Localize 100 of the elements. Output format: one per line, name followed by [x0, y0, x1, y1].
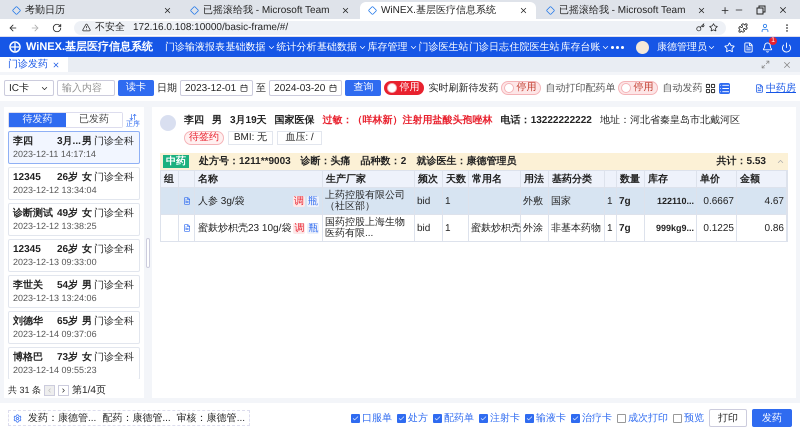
medicine-name: 人参 3g/袋: [198, 194, 246, 208]
table-cell: bid: [417, 196, 430, 206]
nav-menu-item[interactable]: 库存台账: [560, 40, 610, 54]
patient-card[interactable]: 12345 26岁 女 门诊全科 2023-12-12 13:34:04: [8, 167, 140, 200]
patient-card[interactable]: 12345 26岁 女 门诊全科 2023-12-13 09:33:00: [8, 239, 140, 272]
tab-title: 已摇滚给我 - Microsoft Team: [558, 4, 686, 18]
patient-name: 李四: [13, 136, 34, 147]
patient-name: 李世关: [13, 280, 44, 291]
type-badge: 中药: [163, 155, 189, 168]
nav-menu-item[interactable]: 门诊输液报表: [165, 40, 226, 54]
column-header: 常用名: [472, 172, 502, 186]
patient-name: 博格巴: [13, 352, 44, 363]
app-title: WiNEX.基层医疗信息系统: [26, 40, 154, 55]
medicine-tag: 瓶: [307, 196, 319, 206]
nav-menu-item[interactable]: 基础数据: [316, 40, 367, 54]
read-card-button[interactable]: 读卡: [118, 80, 154, 96]
patient-card[interactable]: 刘德华 65岁 男 门诊全科 2023-12-14 09:37:06: [8, 311, 140, 344]
table-cell: 7g: [619, 222, 631, 234]
nav-menu-item[interactable]: 门诊日志: [468, 40, 509, 54]
patient-card[interactable]: 李世关 54岁 男 门诊全科 2023-12-13 13:24:06: [8, 275, 140, 308]
patient-age: 73岁: [57, 352, 80, 363]
table-cell: 7g: [619, 196, 631, 206]
patient-sex: 女: [82, 244, 93, 255]
date-field[interactable]: 2024-03-20: [269, 80, 342, 96]
patient-name: 12345: [13, 172, 42, 183]
table-cell: 0.86: [764, 222, 784, 234]
patient-sex: 男: [82, 316, 93, 327]
browser-tab[interactable]: 已摇滚给我 - Microsoft Team: [538, 2, 714, 19]
item-count: 品种数：2: [360, 154, 406, 169]
visit-time: 2023-12-13 13:24:06: [13, 293, 98, 303]
checkbox-label: 成次打印: [628, 412, 668, 426]
date-field[interactable]: 2023-12-01: [180, 80, 254, 96]
patient-age: 49岁: [57, 208, 80, 219]
diagnosis-text: 诊断：头痛: [300, 154, 351, 169]
table-cell-text: 上药控股有限公司（社区部）: [325, 190, 406, 212]
security-label: 不安全: [95, 22, 125, 32]
phone-text: 电话：13222222222: [500, 114, 592, 128]
tab-title: 考勤日历: [25, 4, 66, 18]
address-text: 地址：河北省秦皇岛市北戴河区: [600, 114, 740, 128]
patient-sex: 女: [82, 352, 93, 363]
toggle-label: 自动发药: [662, 82, 702, 96]
queue-tab[interactable]: 待发药: [9, 113, 66, 127]
patient-age: 26岁: [57, 244, 80, 255]
checkbox-label: 注射卡: [490, 412, 520, 426]
table-cell: 非基本药物: [551, 222, 601, 234]
checkbox-label: 输液卡: [536, 412, 566, 426]
checkbox-label: 预览: [684, 412, 704, 426]
column-header: 库存: [648, 172, 668, 186]
table-cell: 1: [445, 196, 451, 206]
visit-time: 2023-12-14 09:55:23: [13, 365, 98, 375]
browser-tab[interactable]: 已摇滚给我 - Microsoft Team: [182, 2, 358, 19]
table-cell: 122110...: [656, 196, 694, 206]
patient-name: 李四: [184, 114, 204, 128]
patient-age: 3月...: [57, 136, 82, 147]
column-header: 金额: [740, 172, 760, 186]
print-button[interactable]: 打印: [709, 409, 747, 427]
toggle-switch[interactable]: 停用: [384, 81, 424, 95]
column-header: 频次: [418, 172, 438, 186]
patient-name: 刘德华: [13, 316, 44, 327]
checkbox-label: 处方: [408, 412, 428, 426]
patient-card[interactable]: 李四 3月...男 门诊全科 2023-12-11 14:17:14: [8, 131, 140, 164]
column-header: 单价: [700, 172, 720, 186]
column-header: 名称: [198, 172, 218, 186]
table-cell: 0.6667: [703, 196, 734, 206]
patient-age: 54岁: [57, 280, 80, 291]
department: 门诊全科: [94, 136, 134, 147]
nav-menu-item[interactable]: 门诊医生站: [418, 40, 468, 54]
patient-card[interactable]: 博格巴 73岁 女 门诊全科 2023-12-14 09:55:23: [8, 347, 140, 379]
medicine-name: 蜜麸炒枳壳23 10g/袋: [198, 222, 292, 236]
user-menu[interactable]: 康德管理员: [657, 40, 716, 54]
patient-name: 12345: [13, 244, 42, 255]
column-header: 用法: [524, 172, 544, 186]
table-cell: 1: [445, 222, 451, 234]
table-cell: 4.67: [764, 196, 784, 206]
patient-card[interactable]: 诊断测试 49岁 女 门诊全科 2023-12-12 13:38:25: [8, 203, 140, 236]
nav-menu-item[interactable]: 基础数据: [226, 40, 276, 54]
department: 门诊全科: [94, 208, 134, 219]
doctor-text: 就诊医生：康德管理员: [416, 154, 516, 169]
pharmacy-link[interactable]: 中药房: [755, 80, 796, 96]
patient-age: 26岁: [57, 172, 80, 183]
address-bar[interactable]: 不安全 172.16.0.108:10000/basic-frame/#/: [74, 20, 726, 34]
page-tab[interactable]: 门诊发药: [0, 57, 68, 72]
card-type-select[interactable]: IC卡: [4, 80, 54, 96]
prescription-number: 处方号：1211**9003: [199, 154, 291, 169]
table-cell: 0.1225: [703, 222, 734, 234]
query-button[interactable]: 查询: [345, 80, 382, 96]
dispense-button[interactable]: 发药: [752, 409, 792, 427]
table-cell: 999kg9...: [656, 222, 694, 234]
nav-menu-item[interactable]: 住院医生站: [510, 40, 560, 54]
medicine-tag: 调: [293, 222, 306, 234]
browser-tab[interactable]: 考勤日历: [4, 2, 180, 19]
search-field[interactable]: 输入内容: [57, 80, 115, 96]
patient-sex: 男: [82, 136, 93, 147]
staff-name: 发药：康德管...: [28, 412, 96, 426]
table-cell: 外敷: [523, 196, 543, 206]
nav-menu-item[interactable]: 库存管理: [368, 40, 418, 54]
department: 门诊全科: [94, 244, 134, 255]
nav-menu-item[interactable]: 统计分析: [276, 40, 316, 54]
patient-age: 65岁: [57, 316, 80, 327]
browser-tab[interactable]: WiNEX.基层医疗信息系统: [360, 2, 536, 19]
